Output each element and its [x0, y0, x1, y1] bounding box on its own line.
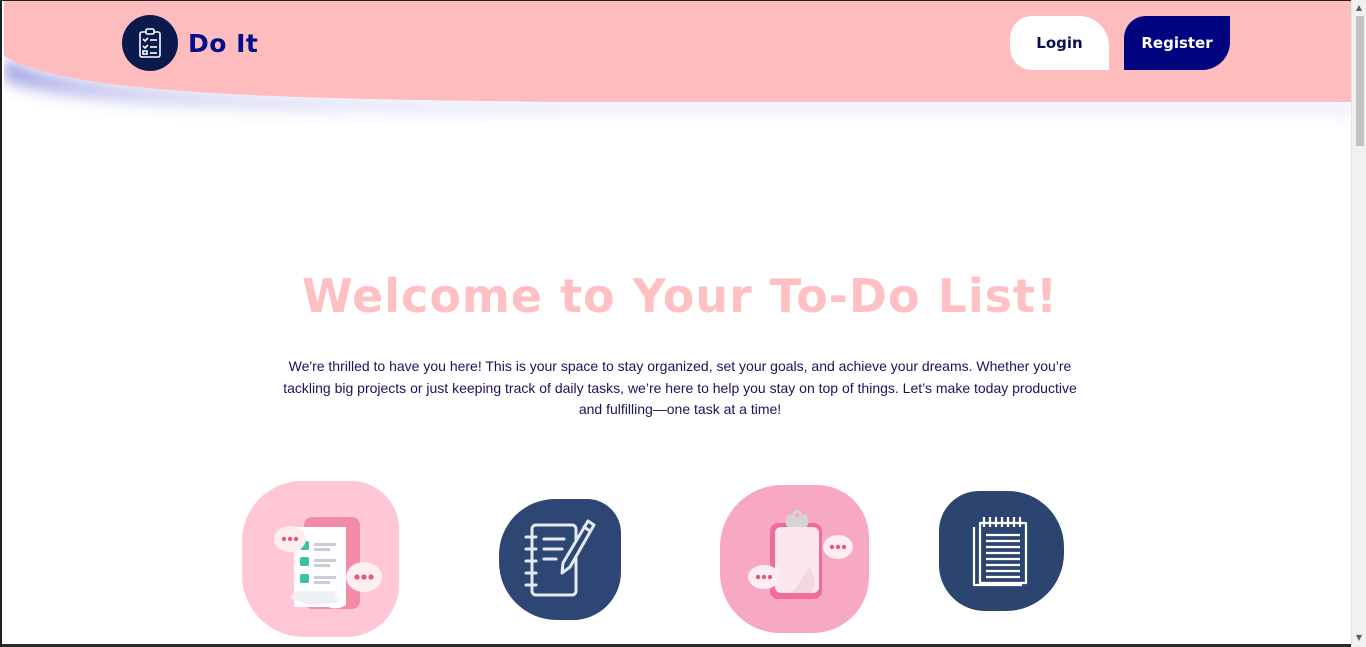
- brand-name: Do It: [188, 28, 259, 58]
- login-button[interactable]: Login: [1010, 16, 1109, 70]
- vertical-scrollbar[interactable]: ▲ ▼: [1351, 0, 1366, 647]
- page-title: Welcome to Your To-Do List!: [301, 269, 1058, 323]
- clipboard-checklist-icon: [122, 15, 178, 71]
- notebook-pen-icon: [499, 499, 621, 620]
- scrollbar-thumb[interactable]: [1356, 16, 1364, 146]
- scroll-up-icon[interactable]: ▲: [1354, 2, 1364, 14]
- checklist-document-icon: [242, 481, 399, 637]
- page-frame: Do It Login Register Welcome to Your To-…: [0, 0, 1366, 647]
- register-button[interactable]: Register: [1124, 16, 1230, 70]
- scroll-down-icon[interactable]: ▼: [1354, 632, 1364, 644]
- clipboard-chat-icon: [720, 485, 869, 633]
- brand-logo[interactable]: Do It: [122, 15, 258, 71]
- welcome-description: We're thrilled to have you here! This is…: [283, 358, 1077, 417]
- notepad-icon: [939, 491, 1064, 611]
